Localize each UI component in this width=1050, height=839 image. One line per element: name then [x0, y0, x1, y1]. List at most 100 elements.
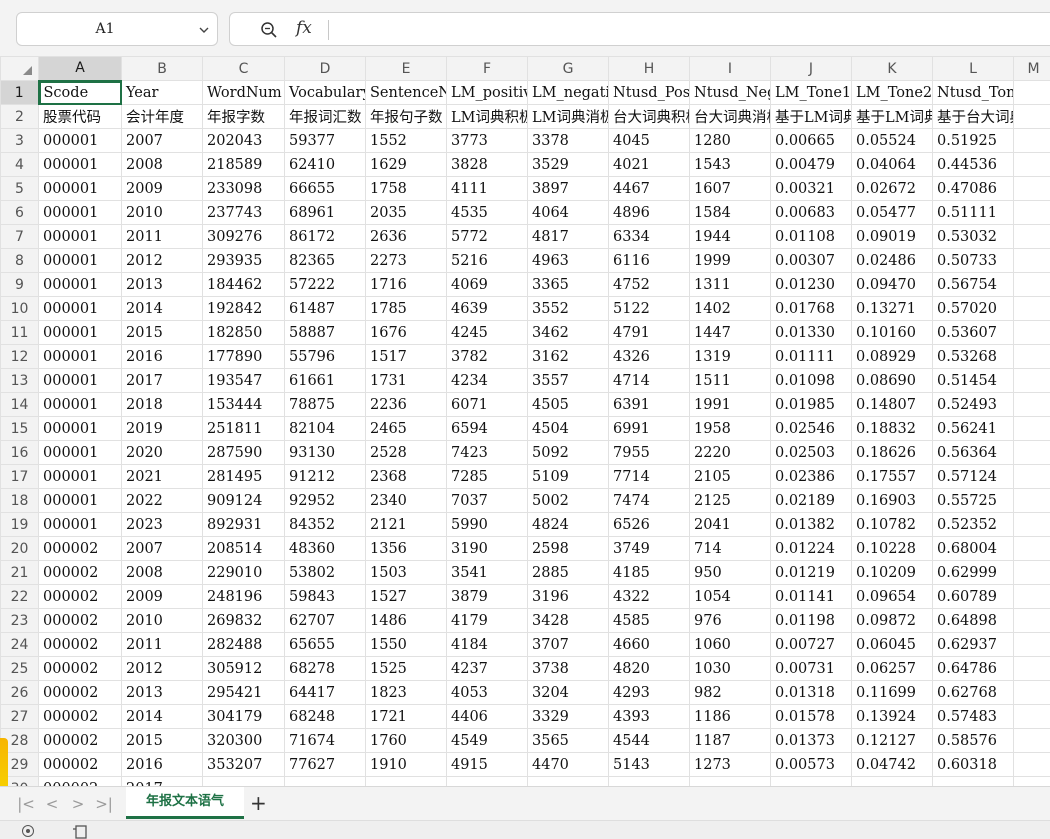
cell-l8[interactable]: 0.50733: [932, 248, 1014, 273]
row-header[interactable]: 14: [0, 392, 39, 417]
row-header[interactable]: 15: [0, 416, 39, 441]
record-icon[interactable]: [22, 825, 34, 837]
cell-b21[interactable]: 2008: [121, 560, 203, 585]
row-header[interactable]: 5: [0, 176, 39, 201]
cell-b18[interactable]: 2022: [121, 488, 203, 513]
cell-k8[interactable]: 0.02486: [851, 248, 933, 273]
cell-b11[interactable]: 2015: [121, 320, 203, 345]
cell-b24[interactable]: 2011: [121, 632, 203, 657]
cell-k18[interactable]: 0.16903: [851, 488, 933, 513]
cell-f25[interactable]: 4237: [446, 656, 528, 681]
cell-c29[interactable]: 353207: [202, 752, 285, 777]
cell-i2[interactable]: 台大词典消极词数: [689, 104, 771, 129]
cell-b9[interactable]: 2013: [121, 272, 203, 297]
cell-f16[interactable]: 7423: [446, 440, 528, 465]
cell-b19[interactable]: 2023: [121, 512, 203, 537]
row-header[interactable]: 13: [0, 368, 39, 393]
cell-k5[interactable]: 0.02672: [851, 176, 933, 201]
cell-d17[interactable]: 91212: [284, 464, 366, 489]
row-header[interactable]: 1: [0, 80, 40, 105]
cell-g14[interactable]: 4505: [527, 392, 609, 417]
row-header[interactable]: 21: [0, 560, 39, 585]
cell-m11[interactable]: [1013, 320, 1050, 345]
row-header[interactable]: 26: [0, 680, 39, 705]
cell-k6[interactable]: 0.05477: [851, 200, 933, 225]
cell-m22[interactable]: [1013, 584, 1050, 609]
cell-f9[interactable]: 4069: [446, 272, 528, 297]
cell-l4[interactable]: 0.44536: [932, 152, 1014, 177]
cell-e11[interactable]: 1676: [365, 320, 447, 345]
cell-e15[interactable]: 2465: [365, 416, 447, 441]
cell-d8[interactable]: 82365: [284, 248, 366, 273]
cell-e3[interactable]: 1552: [365, 128, 447, 153]
cell-h7[interactable]: 6334: [608, 224, 690, 249]
cell-c26[interactable]: 295421: [202, 680, 285, 705]
cell-m3[interactable]: [1013, 128, 1050, 153]
cell-c9[interactable]: 184462: [202, 272, 285, 297]
cell-a27[interactable]: 000002: [38, 704, 122, 729]
cell-k25[interactable]: 0.06257: [851, 656, 933, 681]
cell-h25[interactable]: 4820: [608, 656, 690, 681]
cell-b8[interactable]: 2012: [121, 248, 203, 273]
cell-d13[interactable]: 61661: [284, 368, 366, 393]
cell-i19[interactable]: 2041: [689, 512, 771, 537]
cell-h5[interactable]: 4467: [608, 176, 690, 201]
cell-j23[interactable]: 0.01198: [770, 608, 852, 633]
cell-c8[interactable]: 293935: [202, 248, 285, 273]
column-header-l[interactable]: L: [932, 56, 1014, 81]
cell-c16[interactable]: 287590: [202, 440, 285, 465]
cell-d4[interactable]: 62410: [284, 152, 366, 177]
cell-c25[interactable]: 305912: [202, 656, 285, 681]
cell-l19[interactable]: 0.52352: [932, 512, 1014, 537]
cell-i20[interactable]: 714: [689, 536, 771, 561]
sheet-tab-active[interactable]: 年报文本语气: [126, 787, 244, 819]
cell-g11[interactable]: 3462: [527, 320, 609, 345]
cell-m6[interactable]: [1013, 200, 1050, 225]
cell-f2[interactable]: LM词典积极词数: [446, 104, 528, 129]
cell-g22[interactable]: 3196: [527, 584, 609, 609]
cell-j24[interactable]: 0.00727: [770, 632, 852, 657]
cell-k23[interactable]: 0.09872: [851, 608, 933, 633]
cell-e20[interactable]: 1356: [365, 536, 447, 561]
cell-b15[interactable]: 2019: [121, 416, 203, 441]
cell-h13[interactable]: 4714: [608, 368, 690, 393]
cell-j18[interactable]: 0.02189: [770, 488, 852, 513]
cell-d20[interactable]: 48360: [284, 536, 366, 561]
cell-e6[interactable]: 2035: [365, 200, 447, 225]
cell-l22[interactable]: 0.60789: [932, 584, 1014, 609]
cell-a15[interactable]: 000001: [38, 416, 122, 441]
row-header[interactable]: 19: [0, 512, 39, 537]
cell-c22[interactable]: 248196: [202, 584, 285, 609]
cell-f18[interactable]: 7037: [446, 488, 528, 513]
cell-a1[interactable]: Scode: [38, 80, 122, 105]
column-header-m[interactable]: M: [1013, 56, 1050, 81]
cell-g9[interactable]: 3365: [527, 272, 609, 297]
cell-d29[interactable]: 77627: [284, 752, 366, 777]
cell-i28[interactable]: 1187: [689, 728, 771, 753]
cell-g8[interactable]: 4963: [527, 248, 609, 273]
cell-f14[interactable]: 6071: [446, 392, 528, 417]
row-header[interactable]: 3: [0, 128, 39, 153]
row-header[interactable]: 18: [0, 488, 39, 513]
cell-d5[interactable]: 66655: [284, 176, 366, 201]
cell-k27[interactable]: 0.13924: [851, 704, 933, 729]
cell-l24[interactable]: 0.62937: [932, 632, 1014, 657]
cell-k22[interactable]: 0.09654: [851, 584, 933, 609]
cell-m12[interactable]: [1013, 344, 1050, 369]
cell-m23[interactable]: [1013, 608, 1050, 633]
cell-d22[interactable]: 59843: [284, 584, 366, 609]
cell-m8[interactable]: [1013, 248, 1050, 273]
cell-c21[interactable]: 229010: [202, 560, 285, 585]
page-layout-icon[interactable]: [72, 825, 90, 839]
cell-l12[interactable]: 0.53268: [932, 344, 1014, 369]
cell-e9[interactable]: 1716: [365, 272, 447, 297]
cell-b17[interactable]: 2021: [121, 464, 203, 489]
cell-j17[interactable]: 0.02386: [770, 464, 852, 489]
cell-e29[interactable]: 1910: [365, 752, 447, 777]
cell-a4[interactable]: 000001: [38, 152, 122, 177]
cell-h24[interactable]: 4660: [608, 632, 690, 657]
cell-a22[interactable]: 000002: [38, 584, 122, 609]
cell-g24[interactable]: 3707: [527, 632, 609, 657]
cell-f13[interactable]: 4234: [446, 368, 528, 393]
cell-i8[interactable]: 1999: [689, 248, 771, 273]
